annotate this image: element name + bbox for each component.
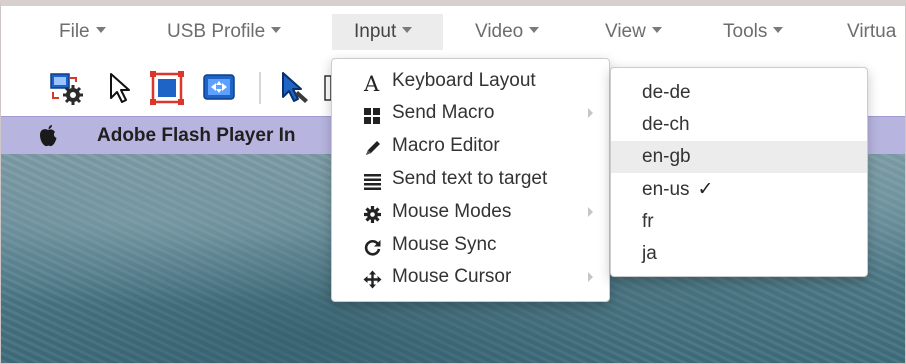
menu-video-label: Video <box>475 21 524 42</box>
menu-file-label: File <box>59 21 90 42</box>
refresh-icon <box>363 236 382 256</box>
chevron-down-icon <box>95 26 106 33</box>
menu-view-label: View <box>605 21 646 42</box>
absolute-mouse-icon[interactable] <box>275 70 311 106</box>
menu-item-label: Send Macro <box>392 102 495 123</box>
menu-input-label: Input <box>354 21 397 42</box>
letter-a-icon: A <box>363 72 382 96</box>
menu-tools-label: Tools <box>723 21 768 42</box>
menu-item-label: Macro Editor <box>392 135 500 156</box>
menu-input[interactable]: Input <box>332 14 443 50</box>
menu-view[interactable]: View <box>605 14 662 50</box>
menu-usb-profile-label: USB Profile <box>167 21 266 42</box>
menu-item-label: Mouse Sync <box>392 234 497 255</box>
chevron-right-icon <box>588 207 593 217</box>
toolbar-divider <box>259 72 261 104</box>
layout-option-label: en-us <box>642 179 690 200</box>
svg-text:A: A <box>363 74 380 93</box>
chevron-right-icon <box>588 108 593 118</box>
keyboard-layout-submenu: de-de de-ch en-gb en-us ✓ fr ja <box>610 67 868 277</box>
apple-icon[interactable] <box>37 124 59 148</box>
pencil-icon <box>363 137 382 156</box>
menu-item-macro-editor[interactable]: Macro Editor <box>332 130 609 162</box>
input-menu: A Keyboard Layout Send Macro Macro Edito… <box>331 58 610 302</box>
layout-option-label: ja <box>642 243 657 264</box>
remote-settings-icon[interactable] <box>49 70 85 106</box>
grid-icon <box>363 104 382 124</box>
list-lines-icon <box>363 170 382 190</box>
layout-option-ja[interactable]: ja <box>611 238 867 270</box>
layout-option-de-de[interactable]: de-de <box>611 77 867 109</box>
menu-item-mouse-cursor[interactable]: Mouse Cursor <box>332 261 609 293</box>
menu-item-label: Mouse Modes <box>392 201 512 222</box>
move-arrows-icon <box>363 268 382 289</box>
menu-video[interactable]: Video <box>475 14 540 50</box>
fit-window-icon[interactable] <box>149 70 185 106</box>
chevron-down-icon <box>651 26 662 33</box>
gear-icon <box>363 203 382 223</box>
menu-virtual-media[interactable]: Virtua <box>847 14 896 50</box>
menu-tools[interactable]: Tools <box>723 14 784 50</box>
layout-option-de-ch[interactable]: de-ch <box>611 109 867 141</box>
menu-item-mouse-sync[interactable]: Mouse Sync <box>332 229 609 261</box>
menu-item-keyboard-layout[interactable]: A Keyboard Layout <box>332 65 609 97</box>
pointer-icon[interactable] <box>103 70 139 106</box>
scale-screen-icon[interactable] <box>201 70 237 106</box>
chevron-down-icon <box>271 26 282 33</box>
menu-usb-profile[interactable]: USB Profile <box>167 14 282 50</box>
layout-option-en-us[interactable]: en-us ✓ <box>611 174 867 206</box>
layout-option-label: de-ch <box>642 114 690 135</box>
app-window: File USB Profile Input Video View Tools … <box>0 0 906 364</box>
menu-item-label: Mouse Cursor <box>392 266 512 287</box>
menu-item-send-text[interactable]: Send text to target <box>332 163 609 195</box>
chevron-down-icon <box>773 26 784 33</box>
menu-virtual-media-label: Virtua <box>847 21 897 42</box>
menu-item-label: Send text to target <box>392 168 548 189</box>
layout-option-label: de-de <box>642 82 691 103</box>
menu-item-mouse-modes[interactable]: Mouse Modes <box>332 196 609 228</box>
chevron-down-icon <box>402 26 413 33</box>
checkmark-icon: ✓ <box>697 179 714 200</box>
menu-item-send-macro[interactable]: Send Macro <box>332 97 609 129</box>
menu-item-label: Keyboard Layout <box>392 70 536 91</box>
remote-app-title: Adobe Flash Player In <box>97 125 296 146</box>
layout-option-label: en-gb <box>642 146 691 167</box>
chevron-down-icon <box>529 26 540 33</box>
layout-option-en-gb[interactable]: en-gb <box>611 141 867 173</box>
layout-option-label: fr <box>642 211 654 232</box>
chevron-right-icon <box>588 272 593 282</box>
menubar: File USB Profile Input Video View Tools … <box>1 6 905 50</box>
menu-file[interactable]: File <box>59 14 106 50</box>
layout-option-fr[interactable]: fr <box>611 206 867 238</box>
